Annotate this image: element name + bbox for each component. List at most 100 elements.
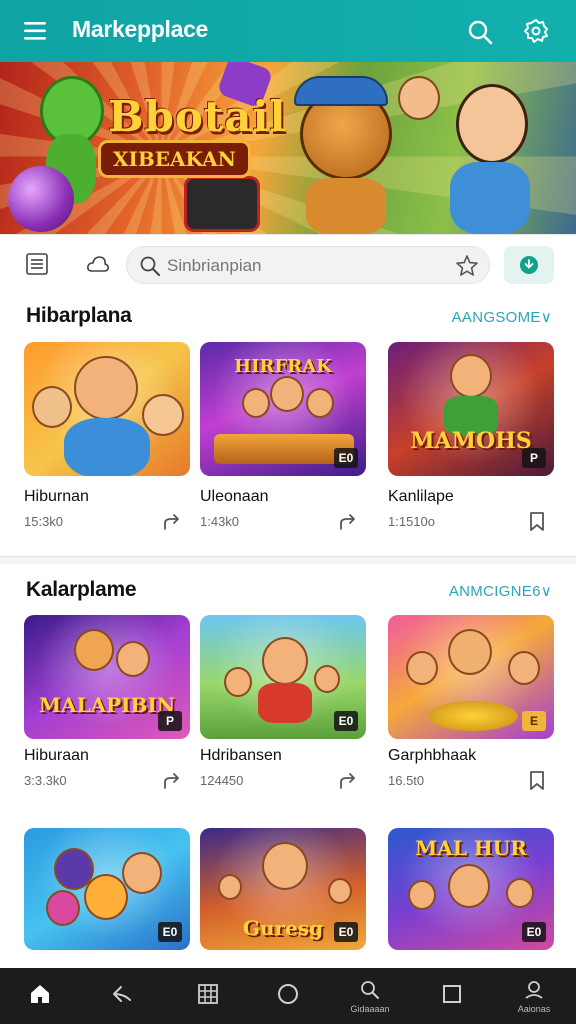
thumb-character (32, 386, 72, 428)
game-badge: E0 (334, 922, 358, 942)
thumb-character (306, 388, 334, 418)
nav-profile[interactable]: Aaionas (502, 968, 566, 1024)
search-bar[interactable] (126, 246, 490, 284)
thumb-character (84, 874, 128, 920)
download-icon (520, 256, 538, 274)
thumb-character (262, 842, 308, 890)
search-icon (361, 981, 379, 999)
nav-search-label: Gidaaaan (350, 1004, 390, 1014)
game-card[interactable]: E Garphbhaak 16.5t0 (388, 615, 554, 790)
game-card[interactable]: MAMOHS P Kanlilape 1:1510o (388, 342, 554, 531)
thumb-table (214, 434, 354, 464)
app-title: Markepplace (72, 16, 209, 42)
game-thumbnail[interactable]: E0 (24, 828, 190, 950)
game-thumbnail[interactable]: MALAPIBIN P (24, 615, 190, 739)
game-name: Uleonaan (200, 488, 269, 505)
nav-square[interactable] (420, 968, 484, 1024)
game-name: Garphbhaak (388, 747, 477, 764)
game-badge: E0 (522, 922, 546, 942)
game-card[interactable]: MAL HUR E0 (388, 828, 554, 950)
thumb-character (508, 651, 540, 685)
game-meta: 1:43k0 (200, 514, 240, 529)
game-thumbnail[interactable] (24, 342, 190, 476)
search-icon (140, 256, 160, 276)
nav-grid[interactable] (176, 968, 240, 1024)
share-icon[interactable] (162, 510, 184, 532)
profile-icon (525, 981, 543, 999)
thumb-title: HIRFRAK (234, 356, 332, 377)
thumb-character (328, 878, 352, 904)
share-icon[interactable] (338, 510, 360, 532)
thumb-character (448, 864, 490, 908)
share-icon[interactable] (162, 769, 184, 791)
game-card[interactable]: Hiburnan 15:3k0 (24, 342, 190, 530)
bookmark-icon[interactable] (526, 769, 548, 791)
list-icon[interactable] (26, 253, 48, 275)
game-thumbnail[interactable]: Guresg E0 (200, 828, 366, 950)
circle-icon (278, 984, 298, 1004)
thumb-character (262, 637, 308, 685)
settings-icon[interactable] (522, 17, 550, 45)
game-badge: E0 (334, 711, 358, 731)
game-card[interactable]: Guresg E0 (200, 828, 366, 950)
section-title: Hibarplana (26, 304, 132, 327)
search-icon[interactable] (466, 18, 494, 46)
search-input[interactable] (167, 253, 437, 279)
banner-bear-hat (294, 76, 388, 106)
game-card[interactable]: E0 (24, 828, 190, 950)
thumb-character (218, 874, 242, 900)
banner-device (184, 176, 260, 232)
game-badge: P (522, 448, 546, 468)
thumb-character (270, 376, 304, 412)
thumb-title: MAL HUR (415, 836, 527, 860)
game-meta: 3:3.3k0 (24, 773, 67, 788)
filter-toolbar (0, 234, 576, 294)
game-thumbnail[interactable]: MAL HUR E0 (388, 828, 554, 950)
section-see-all-link[interactable]: AANGSOME∨ (452, 308, 552, 326)
game-meta: 124450 (200, 773, 244, 788)
game-thumbnail[interactable]: HIRFRAK E0 (200, 342, 366, 476)
app-bar: Markepplace (0, 0, 576, 62)
thumb-character (122, 852, 162, 894)
game-thumbnail[interactable]: E0 (200, 615, 366, 739)
bottom-navigation: Gidaaaan Aaionas (0, 968, 576, 1024)
game-badge: P (158, 711, 182, 731)
game-thumbnail[interactable]: MAMOHS P (388, 342, 554, 476)
thumb-character (406, 651, 438, 685)
nav-search[interactable]: Gidaaaan (338, 968, 402, 1024)
cloud-icon[interactable] (86, 253, 110, 275)
banner-girl-body (450, 162, 530, 234)
game-card[interactable]: HIRFRAK E0 Uleonaan 1:43k0 (200, 342, 366, 530)
menu-icon[interactable] (24, 20, 48, 42)
game-card[interactable]: E0 Hdribansen 124450 (200, 615, 366, 789)
game-meta: 16.5t0 (388, 773, 425, 788)
thumb-character (314, 665, 340, 693)
game-name: Hiburaan (24, 747, 89, 764)
square-icon (443, 985, 461, 1003)
thumb-character (506, 878, 534, 908)
thumb-character (116, 641, 150, 677)
thumb-coin-pile (428, 701, 518, 731)
banner-ball (8, 166, 74, 232)
thumb-character (46, 890, 80, 926)
game-thumbnail[interactable]: E (388, 615, 554, 739)
game-card[interactable]: MALAPIBIN P Hiburaan 3:3.3k0 (24, 615, 190, 789)
section-see-all-link[interactable]: ANMCIGNE6∨ (449, 582, 552, 600)
star-icon[interactable] (455, 254, 479, 278)
section-divider (0, 556, 576, 564)
hero-banner[interactable]: Bbotail XIBEAKAN (0, 62, 576, 234)
thumb-character (142, 394, 184, 436)
thumb-character (74, 356, 138, 420)
home-icon (31, 985, 49, 1003)
thumb-character (224, 667, 252, 697)
game-meta: 1:1510o (388, 514, 435, 529)
thumb-character (408, 880, 436, 910)
nav-circle[interactable] (256, 968, 320, 1024)
game-name: Kanlilape (388, 488, 454, 505)
nav-back[interactable] (90, 968, 154, 1024)
nav-home[interactable] (8, 968, 72, 1024)
bookmark-icon[interactable] (526, 510, 548, 532)
download-button[interactable] (504, 246, 554, 284)
banner-girl-face (456, 84, 528, 164)
share-icon[interactable] (338, 769, 360, 791)
